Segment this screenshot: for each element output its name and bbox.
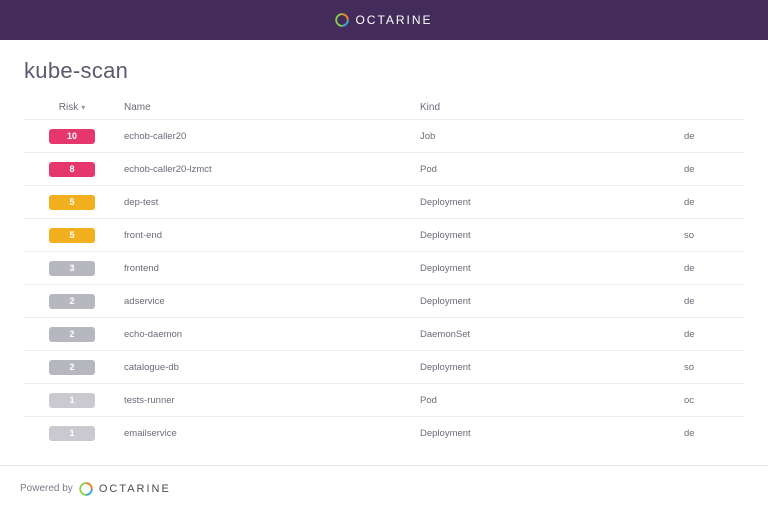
risk-cell: 3	[24, 261, 120, 276]
footer-brand[interactable]: OCTARINE	[79, 482, 171, 496]
table-row[interactable]: 3 frontendDeploymentde	[24, 251, 744, 284]
name-cell: catalogue-db	[120, 362, 420, 373]
table-row[interactable]: 8 echob-caller20-lzmctPodde	[24, 152, 744, 185]
namespace-cell: de	[684, 263, 744, 274]
kind-cell: Deployment	[420, 296, 684, 307]
footer-brand-text: OCTARINE	[99, 483, 171, 495]
table-row[interactable]: 2 echo-daemonDaemonSetde	[24, 317, 744, 350]
risk-cell: 8	[24, 162, 120, 177]
col-header-risk-label: Risk	[59, 102, 78, 113]
risk-cell: 1	[24, 393, 120, 408]
risk-cell: 2	[24, 360, 120, 375]
risk-badge: 1	[49, 393, 95, 408]
page: kube-scan Risk ▾ Name Kind 10 echob-calle…	[0, 40, 768, 449]
namespace-cell: de	[684, 428, 744, 439]
risk-cell: 1	[24, 426, 120, 441]
page-title: kube-scan	[24, 58, 744, 84]
sort-desc-icon: ▾	[81, 103, 85, 112]
footer: Powered by OCTARINE	[0, 465, 768, 511]
kind-cell: Deployment	[420, 428, 684, 439]
table-header: Risk ▾ Name Kind	[24, 98, 744, 119]
table-body: 10echob-caller20Jobde8echob-caller20-lzm…	[24, 119, 744, 449]
namespace-cell: de	[684, 329, 744, 340]
name-cell: emailservice	[120, 428, 420, 439]
namespace-cell: de	[684, 296, 744, 307]
table-row[interactable]: 1 emailserviceDeploymentde	[24, 416, 744, 449]
risk-badge: 2	[49, 294, 95, 309]
col-header-name[interactable]: Name	[120, 102, 420, 113]
name-cell: echo-daemon	[120, 329, 420, 340]
table-row[interactable]: 2 catalogue-dbDeploymentso	[24, 350, 744, 383]
name-cell: echob-caller20	[120, 131, 420, 142]
risk-cell: 10	[24, 129, 120, 144]
top-banner: OCTARINE	[0, 0, 768, 40]
risk-badge: 5	[49, 195, 95, 210]
table-row[interactable]: 5 front-endDeploymentso	[24, 218, 744, 251]
kind-cell: Deployment	[420, 362, 684, 373]
table-row[interactable]: 10 echob-caller20Jobde	[24, 119, 744, 152]
name-cell: frontend	[120, 263, 420, 274]
octarine-logo-icon	[335, 13, 349, 27]
col-header-kind[interactable]: Kind	[420, 102, 684, 113]
octarine-logo-icon	[79, 482, 93, 496]
risk-badge: 1	[49, 426, 95, 441]
namespace-cell: de	[684, 197, 744, 208]
risk-badge: 5	[49, 228, 95, 243]
brand[interactable]: OCTARINE	[335, 13, 432, 27]
results-table: Risk ▾ Name Kind 10echob-caller20Jobde8e…	[24, 98, 744, 449]
kind-cell: Job	[420, 131, 684, 142]
risk-badge: 10	[49, 129, 95, 144]
table-row[interactable]: 5 dep-testDeploymentde	[24, 185, 744, 218]
brand-text: OCTARINE	[355, 13, 432, 27]
namespace-cell: so	[684, 230, 744, 241]
namespace-cell: oc	[684, 395, 744, 406]
name-cell: front-end	[120, 230, 420, 241]
risk-cell: 5	[24, 228, 120, 243]
risk-badge: 3	[49, 261, 95, 276]
name-cell: dep-test	[120, 197, 420, 208]
table-row[interactable]: 2 adserviceDeploymentde	[24, 284, 744, 317]
kind-cell: Deployment	[420, 230, 684, 241]
kind-cell: Deployment	[420, 263, 684, 274]
risk-badge: 8	[49, 162, 95, 177]
name-cell: tests-runner	[120, 395, 420, 406]
col-header-risk[interactable]: Risk ▾	[24, 102, 120, 113]
name-cell: adservice	[120, 296, 420, 307]
namespace-cell: de	[684, 131, 744, 142]
kind-cell: Pod	[420, 395, 684, 406]
name-cell: echob-caller20-lzmct	[120, 164, 420, 175]
namespace-cell: de	[684, 164, 744, 175]
risk-badge: 2	[49, 327, 95, 342]
kind-cell: DaemonSet	[420, 329, 684, 340]
risk-cell: 2	[24, 327, 120, 342]
risk-cell: 5	[24, 195, 120, 210]
risk-cell: 2	[24, 294, 120, 309]
namespace-cell: so	[684, 362, 744, 373]
kind-cell: Deployment	[420, 197, 684, 208]
table-row[interactable]: 1 tests-runnerPodoc	[24, 383, 744, 416]
footer-prefix: Powered by	[20, 483, 73, 494]
kind-cell: Pod	[420, 164, 684, 175]
risk-badge: 2	[49, 360, 95, 375]
